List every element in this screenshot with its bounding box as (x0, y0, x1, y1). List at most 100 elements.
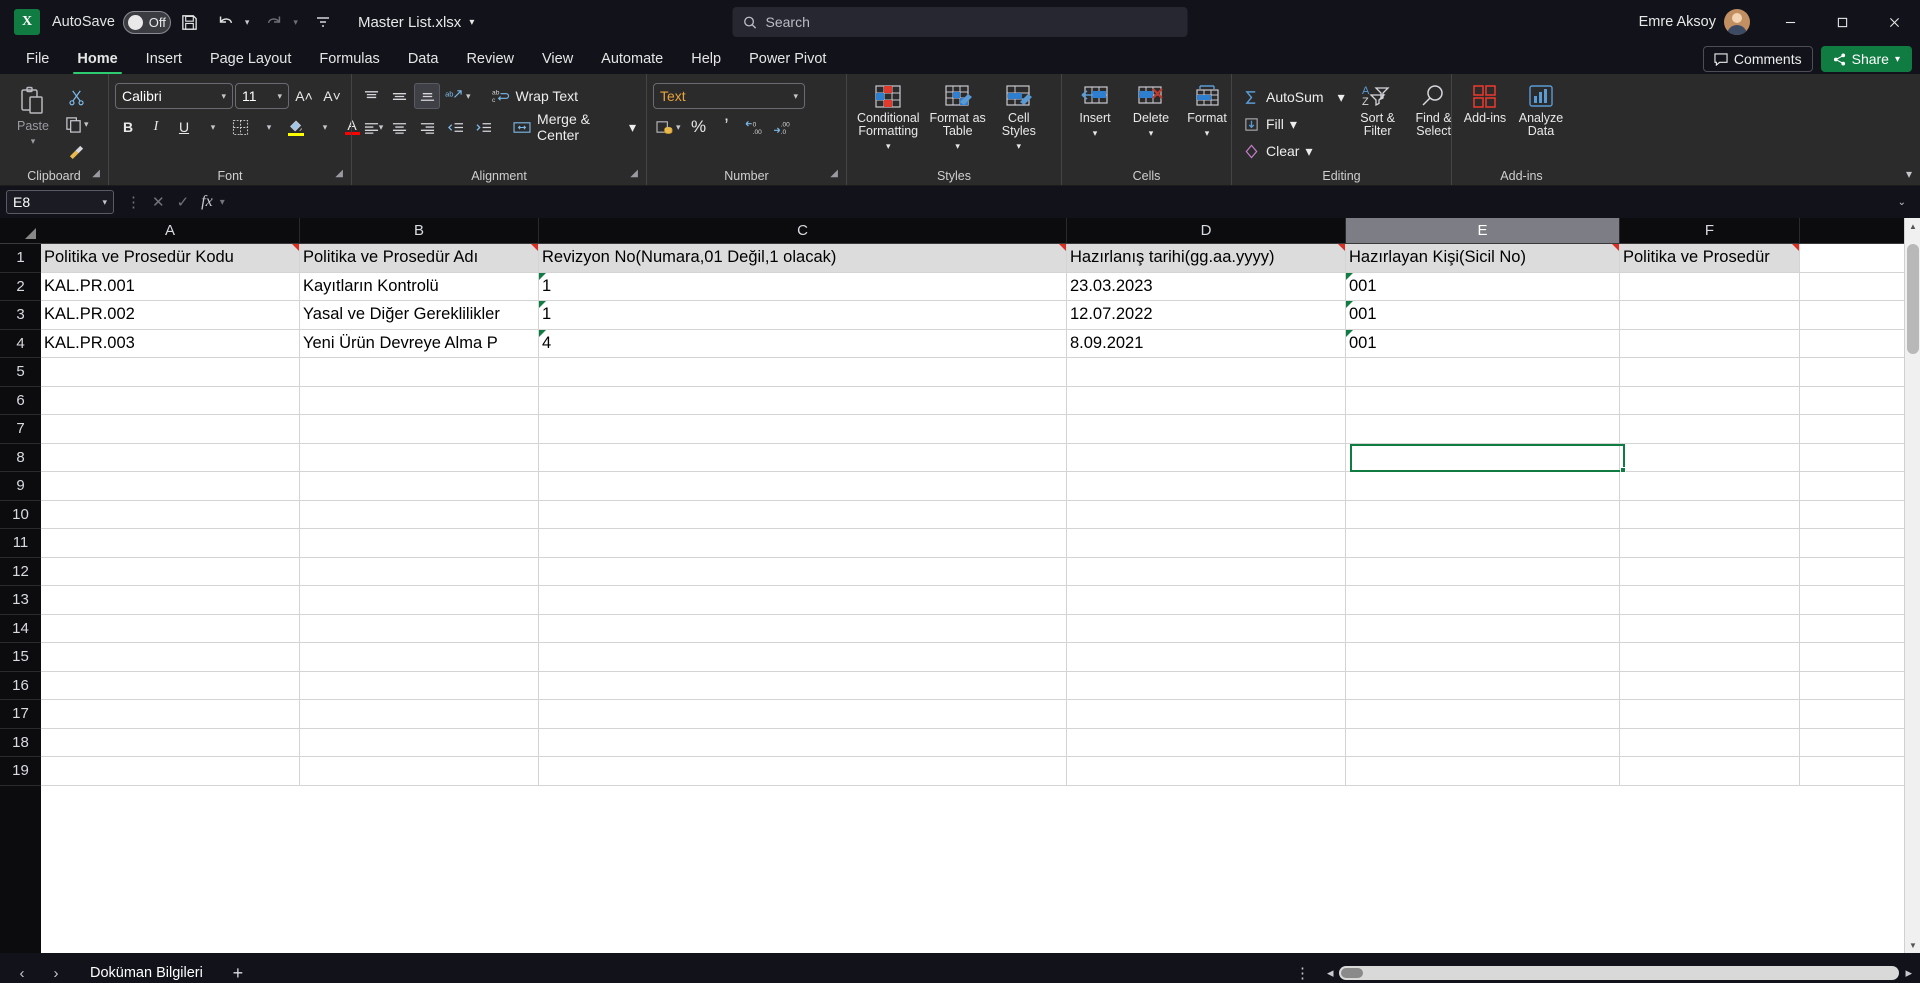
cell-A15[interactable] (41, 643, 300, 671)
clear-caret-icon[interactable]: ▾ (1305, 143, 1312, 160)
scroll-down-arrow-icon[interactable]: ▼ (1905, 937, 1920, 953)
cell-E5[interactable] (1346, 358, 1620, 386)
column-header-a[interactable]: A (41, 218, 300, 243)
cell-C10[interactable] (539, 500, 1067, 528)
cell-D17[interactable] (1067, 700, 1346, 728)
cell-A13[interactable] (41, 586, 300, 614)
cell-E3[interactable]: 001 (1346, 301, 1620, 329)
number-format-combo[interactable]: Text ▾ (653, 83, 805, 109)
cell-F2[interactable] (1620, 272, 1800, 300)
vertical-scrollbar[interactable]: ▲ ▼ (1904, 218, 1920, 953)
format-as-table-button[interactable]: Format as Table ▾ (926, 82, 990, 155)
cell-C3[interactable]: 1 (539, 301, 1067, 329)
function-caret-icon[interactable]: ▾ (220, 197, 225, 208)
cell-F4[interactable] (1620, 329, 1800, 357)
cell-D18[interactable] (1067, 728, 1346, 756)
cell-C14[interactable] (539, 614, 1067, 642)
cell-F10[interactable] (1620, 500, 1800, 528)
tab-power-pivot[interactable]: Power Pivot (735, 44, 840, 74)
vertical-scroll-thumb[interactable] (1907, 244, 1919, 354)
name-box-caret-icon[interactable]: ▾ (102, 197, 107, 208)
number-format-caret-icon[interactable]: ▾ (793, 91, 798, 102)
align-left-button[interactable] (358, 114, 384, 140)
minimize-button[interactable] (1764, 0, 1816, 44)
cell-C11[interactable] (539, 529, 1067, 557)
font-size-combo[interactable]: 11 ▾ (235, 83, 289, 109)
cell-D7[interactable] (1067, 415, 1346, 443)
decrease-font-size-button[interactable]: A˅ (319, 83, 345, 109)
format-cells-button[interactable]: Format ▾ (1180, 82, 1234, 142)
horizontal-scroll-thumb[interactable] (1341, 968, 1364, 978)
row-header[interactable]: 18 (0, 728, 41, 757)
cell-E17[interactable] (1346, 700, 1620, 728)
format-cells-caret-icon[interactable]: ▾ (1205, 127, 1210, 140)
copy-caret-icon[interactable]: ▾ (84, 119, 89, 130)
delete-cells-caret-icon[interactable]: ▾ (1149, 127, 1154, 140)
cell-E16[interactable] (1346, 671, 1620, 699)
cell-D1[interactable]: Hazırlanış tarihi(gg.aa.yyyy) (1067, 244, 1346, 272)
underline-button[interactable]: U (171, 114, 197, 140)
accounting-format-button[interactable]: ▾ (653, 114, 684, 140)
align-middle-button[interactable] (386, 83, 412, 109)
select-all-corner[interactable] (0, 218, 41, 244)
name-box-more-icon[interactable]: ⋮ (122, 193, 145, 211)
cell-A14[interactable] (41, 614, 300, 642)
cell-E14[interactable] (1346, 614, 1620, 642)
cell-A5[interactable] (41, 358, 300, 386)
cell-styles-button[interactable]: Cell Styles ▾ (992, 82, 1046, 155)
cell-B8[interactable] (300, 443, 539, 471)
row-header[interactable]: 17 (0, 700, 41, 729)
cell-F11[interactable] (1620, 529, 1800, 557)
cell-B17[interactable] (300, 700, 539, 728)
cell-A7[interactable] (41, 415, 300, 443)
clipboard-dialog-launcher-icon[interactable]: ◢ (92, 165, 100, 183)
tab-formulas[interactable]: Formulas (305, 44, 393, 74)
row-header[interactable]: 14 (0, 614, 41, 643)
column-header-c[interactable]: C (539, 218, 1067, 243)
cell-C7[interactable] (539, 415, 1067, 443)
orientation-caret-icon[interactable]: ▾ (466, 91, 471, 102)
addins-button[interactable]: Add-ins (1458, 82, 1512, 127)
cell-D15[interactable] (1067, 643, 1346, 671)
cell-A8[interactable] (41, 443, 300, 471)
cell-C12[interactable] (539, 557, 1067, 585)
align-top-button[interactable] (358, 83, 384, 109)
font-family-caret-icon[interactable]: ▾ (221, 91, 226, 102)
cell-B7[interactable] (300, 415, 539, 443)
cell-E12[interactable] (1346, 557, 1620, 585)
cell-D9[interactable] (1067, 472, 1346, 500)
merge-center-button[interactable]: Merge & Center ▾ (509, 111, 640, 143)
cell-D6[interactable] (1067, 386, 1346, 414)
cell-B1[interactable]: Politika ve Prosedür Adı (300, 244, 539, 272)
cell-D12[interactable] (1067, 557, 1346, 585)
wrap-text-button[interactable]: ab c Wrap Text (488, 83, 583, 109)
row-header[interactable]: 3 (0, 301, 41, 330)
percent-style-button[interactable]: % (686, 114, 712, 140)
borders-button[interactable] (227, 114, 253, 140)
cell-D4[interactable]: 8.09.2021 (1067, 329, 1346, 357)
cell-A4[interactable]: KAL.PR.003 (41, 329, 300, 357)
cell-C2[interactable]: 1 (539, 272, 1067, 300)
cell-E9[interactable] (1346, 472, 1620, 500)
cell-B16[interactable] (300, 671, 539, 699)
cell-D10[interactable] (1067, 500, 1346, 528)
row-header[interactable]: 1 (0, 244, 41, 273)
column-header-e[interactable]: E (1346, 218, 1620, 243)
insert-cells-caret-icon[interactable]: ▾ (1093, 127, 1098, 140)
cut-button[interactable] (62, 84, 92, 110)
undo-icon[interactable] (209, 7, 243, 37)
tab-view[interactable]: View (528, 44, 587, 74)
cell-C16[interactable] (539, 671, 1067, 699)
cell-D19[interactable] (1067, 757, 1346, 785)
clear-button[interactable]: Clear ▾ (1238, 138, 1349, 164)
status-options-icon[interactable]: ⋮ (1285, 964, 1321, 982)
cell-C18[interactable] (539, 728, 1067, 756)
cell-E4[interactable]: 001 (1346, 329, 1620, 357)
tab-insert[interactable]: Insert (132, 44, 196, 74)
document-title[interactable]: Master List.xlsx ▾ (358, 14, 474, 31)
collapse-ribbon-icon[interactable]: ▾ (1906, 167, 1912, 181)
increase-indent-button[interactable] (470, 114, 496, 140)
bold-button[interactable]: B (115, 114, 141, 140)
tab-page-layout[interactable]: Page Layout (196, 44, 305, 74)
cell-E8[interactable] (1346, 443, 1620, 471)
